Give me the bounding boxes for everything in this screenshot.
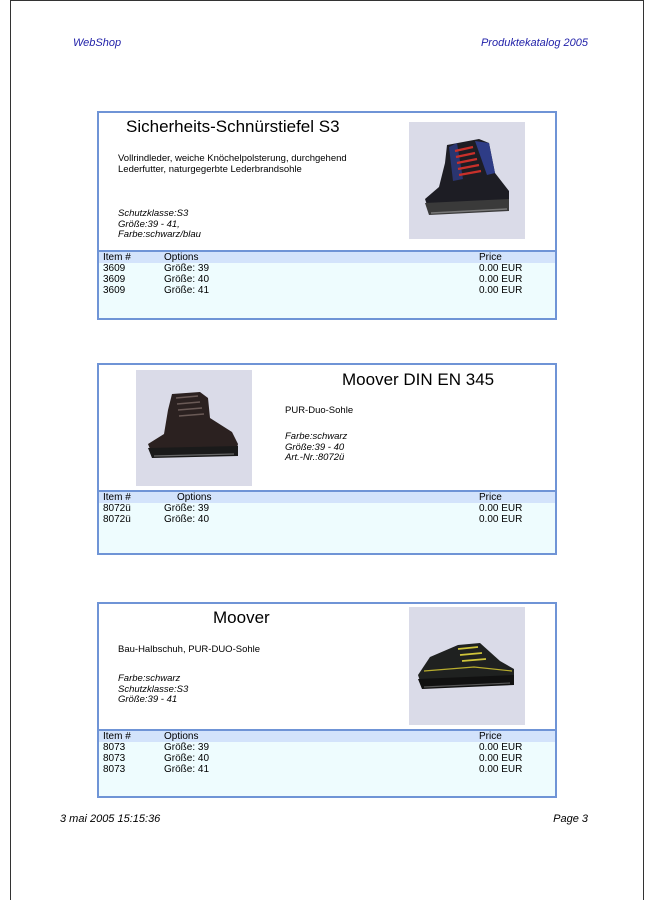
cell-item: 8072ü: [103, 514, 131, 525]
shop-name: WebShop: [73, 37, 122, 49]
header-price: Price: [479, 492, 502, 503]
cell-option: Größe: 41: [164, 285, 210, 296]
product-image: [409, 607, 525, 725]
header-price: Price: [479, 731, 502, 742]
product-title: Moover: [213, 608, 270, 627]
attribute: Größe:39 - 41: [118, 694, 178, 705]
header-price: Price: [479, 252, 502, 263]
item-table: Item # Options Price 8072ü Größe: 39 0.0…: [99, 490, 555, 553]
cell-item: 3609: [103, 285, 126, 296]
cell-price: 0.00 EUR: [479, 285, 523, 296]
cell-price: 0.00 EUR: [479, 274, 523, 285]
header-options: Options: [164, 731, 199, 742]
product-description: Vollrindleder, weiche Knöchelpolsterung,…: [118, 153, 347, 175]
item-table: Item # Options Price 8073 Größe: 39 0.00…: [99, 729, 555, 796]
product-image: [136, 370, 252, 486]
table-header: Item # Options Price: [99, 731, 555, 742]
cell-item: 3609: [103, 263, 126, 274]
cell-option: Größe: 40: [164, 514, 210, 525]
table-row: 8072ü Größe: 39 0.00 EUR: [99, 503, 555, 514]
product-attributes: Schutzklasse:S3 Größe:39 - 41, Farbe:sch…: [118, 208, 201, 241]
cell-option: Größe: 39: [164, 742, 210, 753]
product-card: Sicherheits-Schnürstiefel S3 Vollrindled…: [97, 111, 557, 320]
attribute: Farbe:schwarz: [285, 431, 348, 442]
table-row: 8073 Größe: 39 0.00 EUR: [99, 742, 555, 753]
attribute: Farbe:schwarz/blau: [118, 229, 201, 240]
product-attributes: Farbe:schwarz Schutzklasse:S3 Größe:39 -…: [118, 673, 188, 706]
attribute: Farbe:schwarz: [118, 673, 181, 684]
product-description: PUR-Duo-Sohle: [285, 405, 354, 416]
cell-option: Größe: 39: [164, 263, 210, 274]
table-header: Item # Options Price: [99, 492, 555, 503]
print-date: 3 mai 2005 15:15:36: [60, 813, 161, 825]
catalog-title: Produktekatalog 2005: [480, 37, 588, 49]
table-row: 8072ü Größe: 40 0.00 EUR: [99, 514, 555, 525]
cell-item: 8072ü: [103, 503, 131, 514]
table-row: 8073 Größe: 41 0.00 EUR: [99, 764, 555, 775]
product-attributes: Farbe:schwarz Größe:39 - 40 Art.-Nr.:807…: [285, 431, 348, 464]
cell-price: 0.00 EUR: [479, 742, 523, 753]
high-boot-blue-red-laces-icon: [425, 138, 509, 215]
product-image: [409, 122, 525, 239]
table-row: 3609 Größe: 40 0.00 EUR: [99, 274, 555, 285]
product-card: Moover DIN EN 345 PUR-Duo-Sohle Farbe:sc…: [97, 363, 557, 555]
cell-option: Größe: 41: [164, 764, 210, 775]
cell-option: Größe: 40: [164, 274, 210, 285]
page-number: Page 3: [553, 813, 588, 825]
cell-price: 0.00 EUR: [479, 263, 523, 274]
header-options: Options: [177, 492, 212, 503]
header-item: Item #: [103, 252, 131, 263]
header-item: Item #: [103, 492, 131, 503]
cell-price: 0.00 EUR: [479, 514, 523, 525]
cell-option: Größe: 39: [164, 503, 210, 514]
table-row: 3609 Größe: 39 0.00 EUR: [99, 263, 555, 274]
product-description: Bau-Halbschuh, PUR-DUO-Sohle: [118, 644, 261, 655]
cell-price: 0.00 EUR: [479, 503, 523, 514]
product-card: Moover Bau-Halbschuh, PUR-DUO-Sohle Farb…: [97, 602, 557, 798]
table-row: 3609 Größe: 41 0.00 EUR: [99, 285, 555, 296]
attribute: Art.-Nr.:8072ü: [285, 452, 345, 463]
item-table: Item # Options Price 3609 Größe: 39 0.00…: [99, 250, 555, 318]
attribute: Schutzklasse:S3: [118, 208, 189, 219]
cell-option: Größe: 40: [164, 753, 210, 764]
high-boot-black-icon: [148, 392, 238, 458]
header-item: Item #: [103, 731, 131, 742]
table-row: 8073 Größe: 40 0.00 EUR: [99, 753, 555, 764]
low-shoe-black-yellow-icon: [418, 643, 514, 689]
cell-price: 0.00 EUR: [479, 764, 523, 775]
product-title: Sicherheits-Schnürstiefel S3: [126, 117, 340, 136]
product-title: Moover DIN EN 345: [342, 370, 495, 389]
cell-item: 8073: [103, 753, 126, 764]
cell-item: 3609: [103, 274, 126, 285]
cell-item: 8073: [103, 764, 126, 775]
cell-item: 8073: [103, 742, 126, 753]
cell-price: 0.00 EUR: [479, 753, 523, 764]
header-options: Options: [164, 252, 199, 263]
table-header: Item # Options Price: [99, 252, 555, 263]
